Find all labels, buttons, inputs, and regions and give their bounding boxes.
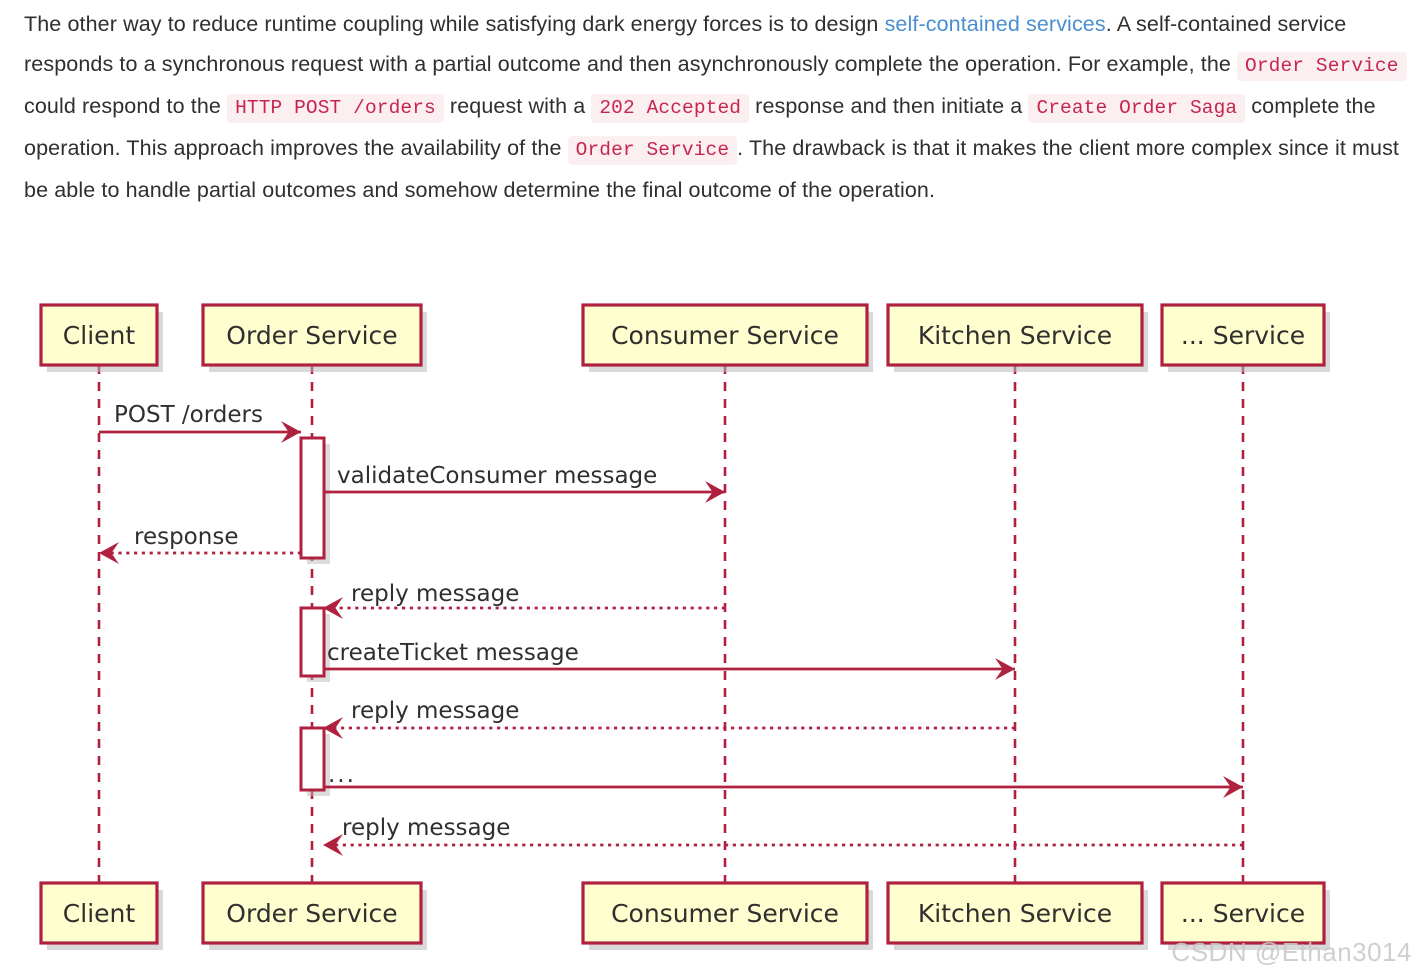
- participant-box-kitchen-bottom[interactable]: Kitchen Service: [886, 881, 1148, 950]
- participant-box-dots-top[interactable]: ... Service: [1160, 303, 1330, 372]
- participant-box-client-top[interactable]: Client: [39, 303, 163, 372]
- participant-label: Client: [63, 321, 136, 350]
- message-label: response: [134, 524, 238, 550]
- sequence-diagram-canvas: Client Order Service Consumer Service Kitch…: [39, 303, 1330, 950]
- participant-box-consumer-top[interactable]: Consumer Service: [581, 303, 873, 372]
- message-label: reply message: [351, 698, 519, 724]
- message-label: ...: [328, 762, 356, 788]
- message-5[interactable]: createTicket message: [323, 640, 1015, 680]
- message-7[interactable]: ...: [323, 762, 1243, 798]
- prose-segment-5: response and then initiate a: [749, 94, 1029, 118]
- message-label: reply message: [351, 581, 519, 607]
- activation-bar-2: [299, 606, 330, 682]
- message-6[interactable]: reply message: [323, 698, 1015, 739]
- message-2[interactable]: validateConsumer message: [323, 463, 725, 503]
- message-4[interactable]: reply message: [323, 581, 725, 619]
- participant-label: Order Service: [226, 321, 397, 350]
- code-create-order-saga: Create Order Saga: [1028, 94, 1246, 123]
- prose-segment-1: The other way to reduce runtime coupling…: [24, 12, 885, 36]
- code-order-service-1: Order Service: [1237, 52, 1407, 81]
- code-order-service-2: Order Service: [567, 136, 738, 165]
- participant-box-order-top[interactable]: Order Service: [201, 303, 427, 372]
- participant-box-consumer-bottom[interactable]: Consumer Service: [581, 881, 873, 950]
- message-label: validateConsumer message: [337, 463, 657, 489]
- activation-rect: [299, 436, 326, 560]
- code-202-accepted: 202 Accepted: [591, 94, 750, 123]
- participant-label: ... Service: [1181, 321, 1305, 350]
- activation-rect: [299, 726, 326, 792]
- participant-box-client-bottom[interactable]: Client: [39, 881, 163, 950]
- prose-segment-4: request with a: [443, 94, 592, 118]
- message-label: reply message: [342, 815, 510, 841]
- participant-label: Kitchen Service: [918, 899, 1112, 928]
- participant-label: Consumer Service: [611, 899, 839, 928]
- message-label: createTicket message: [327, 640, 579, 666]
- sequence-diagram: Client Order Service Consumer Service Kitch…: [0, 288, 1428, 976]
- article-paragraph: The other way to reduce runtime coupling…: [24, 4, 1424, 210]
- participant-label: ... Service: [1181, 899, 1305, 928]
- participant-label: Order Service: [226, 899, 397, 928]
- message-3[interactable]: response: [99, 524, 301, 564]
- self-contained-services-link[interactable]: self-contained services: [885, 12, 1106, 36]
- message-arrowhead: [323, 834, 343, 856]
- message-label: POST /orders: [114, 402, 263, 428]
- watermark: CSDN @Ethan3014: [1171, 937, 1412, 967]
- message-1[interactable]: POST /orders: [99, 402, 301, 443]
- participant-box-kitchen-top[interactable]: Kitchen Service: [886, 303, 1148, 372]
- activation-rect: [299, 606, 326, 678]
- participant-label: Client: [63, 899, 136, 928]
- participant-box-order-bottom[interactable]: Order Service: [201, 881, 427, 950]
- participant-label: Consumer Service: [611, 321, 839, 350]
- code-http-post-orders: HTTP POST /orders: [227, 94, 444, 123]
- message-arrowhead: [99, 542, 119, 564]
- participant-label: Kitchen Service: [918, 321, 1112, 350]
- message-8[interactable]: reply message: [323, 815, 1243, 856]
- activation-bar-1: [299, 436, 330, 564]
- prose-segment-3: could respond to the: [24, 94, 228, 118]
